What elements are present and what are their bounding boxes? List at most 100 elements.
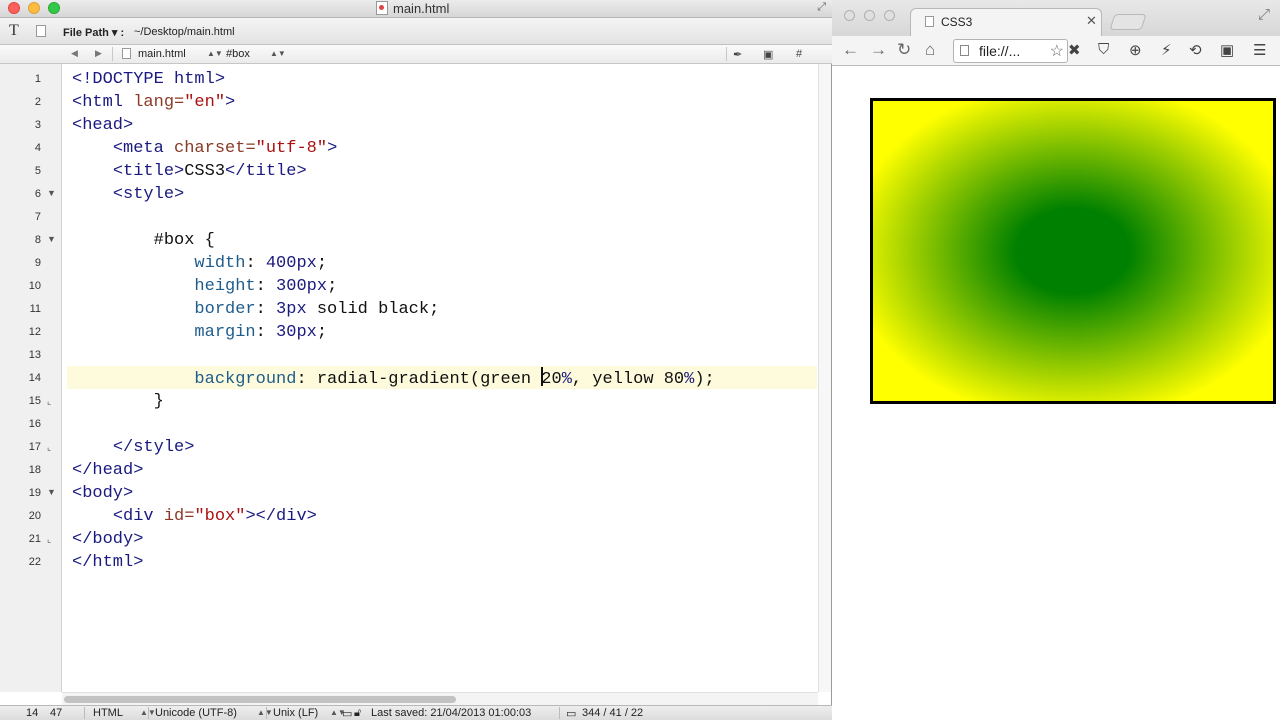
status-column[interactable]: 47: [50, 707, 62, 719]
code-token: lang=: [133, 93, 185, 112]
line-number: 10: [28, 280, 41, 292]
code-token: :: [255, 277, 277, 296]
pocket-icon[interactable]: ⛉: [1098, 41, 1109, 58]
document-icon[interactable]: [36, 25, 46, 37]
gradient-box: [870, 98, 1276, 404]
fold-end-icon[interactable]: ⌞: [47, 534, 51, 545]
close-window-button[interactable]: [8, 2, 20, 14]
status-divider: [266, 707, 267, 719]
code-token: CSS3: [184, 162, 226, 181]
code-line-22: </html>: [72, 551, 143, 574]
code-line-6: <style>: [72, 183, 184, 206]
file-popup-arrows-icon[interactable]: ▲▼: [207, 49, 223, 58]
file-popup[interactable]: main.html: [138, 48, 186, 60]
line-number: 19: [28, 487, 41, 499]
back-icon[interactable]: ←: [842, 40, 859, 60]
code-line-4: <meta charset="utf-8">: [72, 137, 337, 160]
vertical-scrollbar[interactable]: [818, 64, 831, 692]
line-number: 20: [28, 510, 41, 522]
code-line-10: height: 300px;: [72, 275, 337, 298]
html-file-icon: [376, 1, 388, 15]
code-line-8: #box {: [72, 229, 215, 252]
fold-end-icon[interactable]: ⌞: [47, 396, 51, 407]
code-token: "utf-8": [255, 139, 328, 158]
forward-arrow-icon[interactable]: ▶: [95, 48, 102, 59]
code-token: <body>: [72, 484, 134, 503]
document-icon[interactable]: ▭: [342, 707, 352, 720]
sync-icon[interactable]: ⟲: [1189, 41, 1202, 59]
line-endings-popup[interactable]: Unix (LF): [273, 707, 318, 719]
lightning-icon[interactable]: ⚡︎: [1161, 41, 1172, 59]
code-token: height: [194, 277, 256, 296]
symbol-popup[interactable]: #box: [226, 48, 250, 60]
nav-divider: [726, 47, 727, 61]
fold-end-icon[interactable]: ⌞: [47, 442, 51, 453]
download-icon[interactable]: ⊕: [1129, 41, 1142, 59]
code-editor[interactable]: <!DOCTYPE html> <html lang="en"> <head> …: [62, 64, 818, 692]
code-token: "en": [184, 93, 226, 112]
line-number: 17: [28, 441, 41, 453]
line-number: 22: [28, 556, 41, 568]
horizontal-scroll-thumb[interactable]: [64, 696, 456, 703]
file-path-menu[interactable]: File Path ▾ :: [63, 26, 124, 39]
encoding-popup[interactable]: Unicode (UTF-8): [155, 707, 237, 719]
code-token: </html>: [72, 553, 144, 572]
back-arrow-icon[interactable]: ◀: [71, 48, 78, 59]
tab-close-icon[interactable]: ✕: [1086, 13, 1097, 29]
document-popup-icon[interactable]: ▣: [763, 48, 773, 61]
status-line[interactable]: 14: [26, 707, 38, 719]
symbol-popup-arrows-icon[interactable]: ▲▼: [270, 49, 286, 58]
editor-titlebar: main.html ⤢: [0, 0, 832, 18]
reload-icon[interactable]: ↻: [897, 40, 911, 60]
bookmark-star-icon[interactable]: ☆: [1050, 41, 1064, 61]
fold-down-icon[interactable]: ▼: [47, 188, 56, 198]
code-token: 300px: [276, 277, 328, 296]
unlock-icon[interactable]: 🔓︎: [354, 707, 361, 720]
window-title: main.html: [376, 1, 449, 16]
browser-toolbar: ← → ↻ ⌂ file://... ☆ ✖ ⛉ ⊕ ⚡︎ ⟲ ▣ ☰: [832, 36, 1280, 66]
browser-zoom-button[interactable]: [884, 10, 895, 21]
home-icon[interactable]: ⌂: [925, 40, 935, 60]
status-divider: [559, 707, 560, 719]
page-viewport: [832, 66, 1280, 720]
encoding-popup-arrows-icon[interactable]: ▲▼: [257, 708, 273, 717]
code-token: ;: [327, 277, 338, 296]
fold-down-icon[interactable]: ▼: [47, 487, 56, 497]
code-token: 30px: [276, 323, 317, 342]
text-tool-icon[interactable]: T: [9, 22, 19, 40]
code-line-2: <html lang="en">: [72, 91, 235, 114]
code-token: >: [327, 139, 338, 158]
forward-icon[interactable]: →: [870, 40, 887, 60]
line-number: 5: [34, 165, 41, 177]
browser-tabstrip: CSS3 ✕ ⤢: [832, 0, 1280, 36]
fullscreen-icon[interactable]: ⤢: [1258, 6, 1270, 23]
navigation-bar: ◀ ▶ main.html ▲▼ #box ▲▼ ✒ ▣ #: [0, 45, 832, 64]
address-bar[interactable]: file://... ☆: [953, 39, 1068, 63]
line-number: 16: [28, 418, 41, 430]
address-text[interactable]: file://...: [979, 43, 1020, 59]
markers-icon[interactable]: ✒: [733, 48, 742, 61]
minimize-window-button[interactable]: [28, 2, 40, 14]
browser-tab[interactable]: CSS3 ✕: [910, 8, 1102, 36]
hash-menu-icon[interactable]: #: [796, 48, 802, 60]
document-stats-icon: ▭: [566, 708, 577, 720]
extension-box-icon[interactable]: ▣: [1220, 41, 1234, 59]
extension-x-icon[interactable]: ✖: [1068, 41, 1081, 59]
code-token: </style>: [112, 438, 195, 457]
status-bar: 14 47 HTML ▲▼ Unicode (UTF-8) ▲▼ Unix (L…: [0, 705, 832, 720]
code-token: background: [194, 370, 297, 389]
syntax-popup[interactable]: HTML: [93, 707, 123, 719]
line-number: 18: [28, 464, 41, 476]
menu-icon[interactable]: ☰: [1253, 41, 1266, 59]
new-tab-button[interactable]: [1109, 14, 1147, 30]
fold-down-icon[interactable]: ▼: [47, 234, 56, 244]
fullscreen-icon[interactable]: ⤢: [817, 1, 826, 14]
browser-minimize-button[interactable]: [864, 10, 875, 21]
zoom-window-button[interactable]: [48, 2, 60, 14]
code-token: <title>: [112, 162, 185, 181]
browser-window: CSS3 ✕ ⤢ ← → ↻ ⌂ file://... ☆ ✖ ⛉ ⊕ ⚡︎ ⟲…: [832, 0, 1280, 720]
browser-close-button[interactable]: [844, 10, 855, 21]
line-number: 21: [28, 533, 41, 545]
code-token: ;: [316, 323, 328, 342]
horizontal-scrollbar[interactable]: [62, 692, 818, 705]
